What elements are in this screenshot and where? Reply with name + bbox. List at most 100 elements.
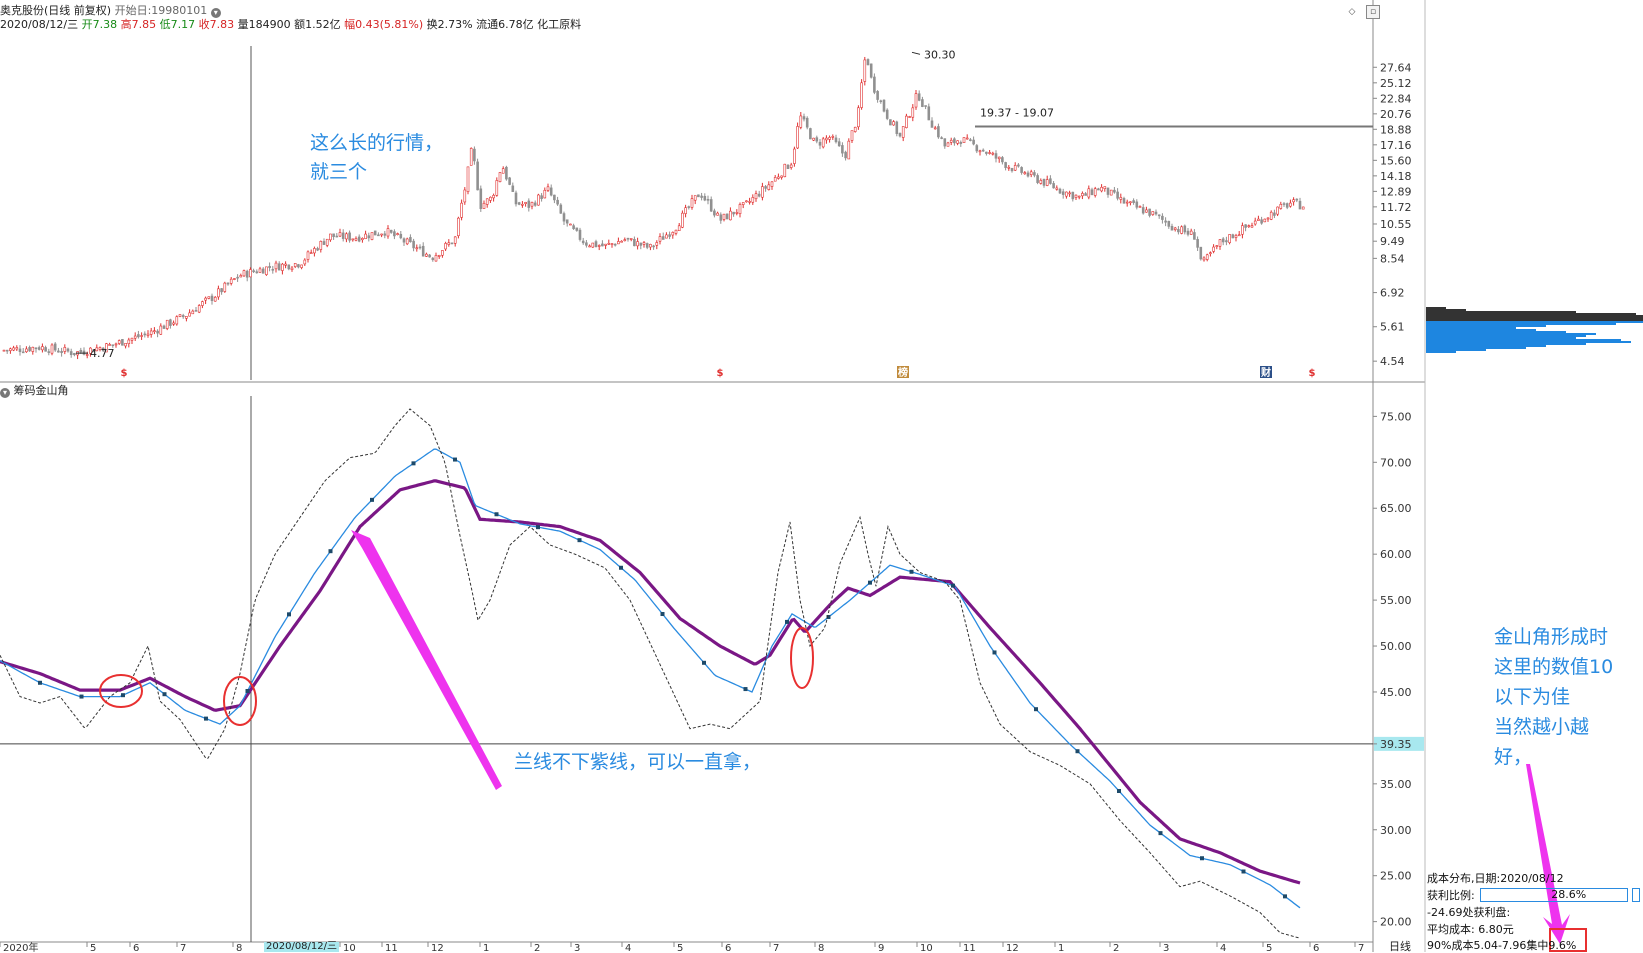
candle-body [796, 126, 799, 149]
candle-body [21, 351, 25, 354]
highlight-circle [790, 627, 814, 689]
date-tick-label: 6 [133, 943, 139, 952]
candle-body [1113, 189, 1116, 193]
candle-body [1292, 199, 1295, 203]
cost-distribution-bar [1426, 307, 1446, 309]
candle-body [732, 211, 735, 215]
candle-body [1151, 211, 1155, 215]
candle-body [812, 137, 815, 141]
date-tick-label: 4 [625, 943, 631, 952]
candle-body [1209, 252, 1212, 254]
cost-distribution-bar [1426, 331, 1566, 333]
indicator-point [38, 680, 42, 685]
price-tick-label: 15.60 [1380, 154, 1412, 167]
candle-body [764, 186, 767, 189]
candle-body [162, 325, 166, 329]
candle-body [165, 319, 169, 329]
candle-body [607, 243, 611, 245]
candle-body [204, 297, 207, 301]
candle-body [268, 266, 271, 268]
indicator-point [1034, 707, 1038, 712]
candle-body [876, 91, 879, 100]
date-tick-label: 2020年 [3, 941, 38, 952]
candle-body [738, 204, 742, 214]
ind-tick-label: 65.00 [1380, 502, 1412, 515]
candle-body [274, 262, 278, 270]
candle-body [901, 126, 905, 138]
candle-body [1138, 206, 1142, 208]
ind-tick-label: 70.00 [1380, 456, 1412, 469]
candle-body [1205, 254, 1209, 260]
indicator-series-dashed [0, 408, 1301, 939]
candle-body [1212, 246, 1215, 252]
candle-body [610, 243, 614, 245]
candle-body [271, 269, 275, 271]
candle-body [1170, 225, 1174, 231]
indicator-point [287, 612, 291, 617]
candle-body [25, 348, 28, 353]
candle-body [1266, 217, 1270, 220]
maximize-icon[interactable]: ▫ [1366, 5, 1380, 19]
candle-body [895, 121, 899, 134]
candle-body [517, 202, 521, 205]
indicator-point [162, 692, 167, 697]
indicator-point [868, 580, 872, 585]
chevron-down-icon[interactable]: ▾ [0, 388, 10, 398]
candle-body [498, 172, 502, 182]
candle-body [405, 238, 409, 245]
candle-body [124, 342, 127, 347]
indicator-point [453, 457, 457, 462]
candle-body [1231, 234, 1235, 239]
chevron-down-icon[interactable]: ▾ [210, 8, 221, 18]
ind-tick-label: 30.00 [1380, 824, 1412, 837]
chart-canvas: 27.64 25.12 22.84 20.76 18.88 17.16 15.60 14.18… [0, 0, 1643, 952]
candle-body [527, 200, 531, 208]
date-tick-label: 10 [343, 943, 356, 952]
candle-body [185, 316, 188, 319]
candle-body [1177, 229, 1180, 233]
cost-distribution-bar [1426, 309, 1466, 311]
indicator-point [121, 693, 125, 698]
candle-body [1295, 198, 1299, 201]
cost-distribution [1426, 307, 1643, 353]
candle-body [892, 121, 895, 126]
candle-body [18, 348, 22, 352]
date-tick-label: 2 [1113, 943, 1119, 952]
candle-body [681, 212, 684, 228]
candle-body [1071, 191, 1075, 200]
candle-body [377, 234, 380, 237]
candle-body [959, 141, 963, 144]
candle-body [668, 234, 671, 237]
candle-body [1228, 234, 1231, 243]
candle-body [799, 115, 803, 128]
concentration-row: 90%成本5.04-7.96集中9.6% [1427, 937, 1576, 953]
candle-body [716, 212, 719, 216]
candle-body [361, 238, 364, 241]
candle-body [1010, 168, 1014, 172]
candle-body [229, 278, 233, 284]
price-axis: 27.64 25.12 22.84 20.76 18.88 17.16 15.60 14.18… [1373, 61, 1412, 368]
diamond-icon[interactable]: ◇ [1346, 6, 1358, 18]
candle-body [1289, 202, 1292, 207]
candle-body [1036, 175, 1039, 183]
candle-body [1241, 225, 1244, 235]
candle-body [946, 142, 950, 147]
candle-body [1029, 171, 1033, 176]
low-value: 7.17 [170, 18, 196, 31]
candle-body [629, 238, 633, 240]
candle-body [428, 254, 431, 258]
candle-body [63, 347, 67, 352]
candle-body [345, 233, 348, 240]
date-tick-label: 1 [1058, 943, 1064, 952]
float-shares: 流通6.78亿 [476, 18, 534, 31]
cost-title-text: 成本分布,日期: [1427, 872, 1501, 885]
candle-body [1068, 192, 1071, 195]
candle-body [1189, 230, 1193, 235]
candle-body [1225, 240, 1228, 243]
ind-tick-label: 35.00 [1380, 778, 1412, 791]
candle-body [748, 201, 751, 203]
candle-body [348, 232, 351, 241]
candle-body [1109, 189, 1113, 196]
date-tick-label: 1 [483, 943, 489, 952]
candle-body [754, 193, 758, 200]
